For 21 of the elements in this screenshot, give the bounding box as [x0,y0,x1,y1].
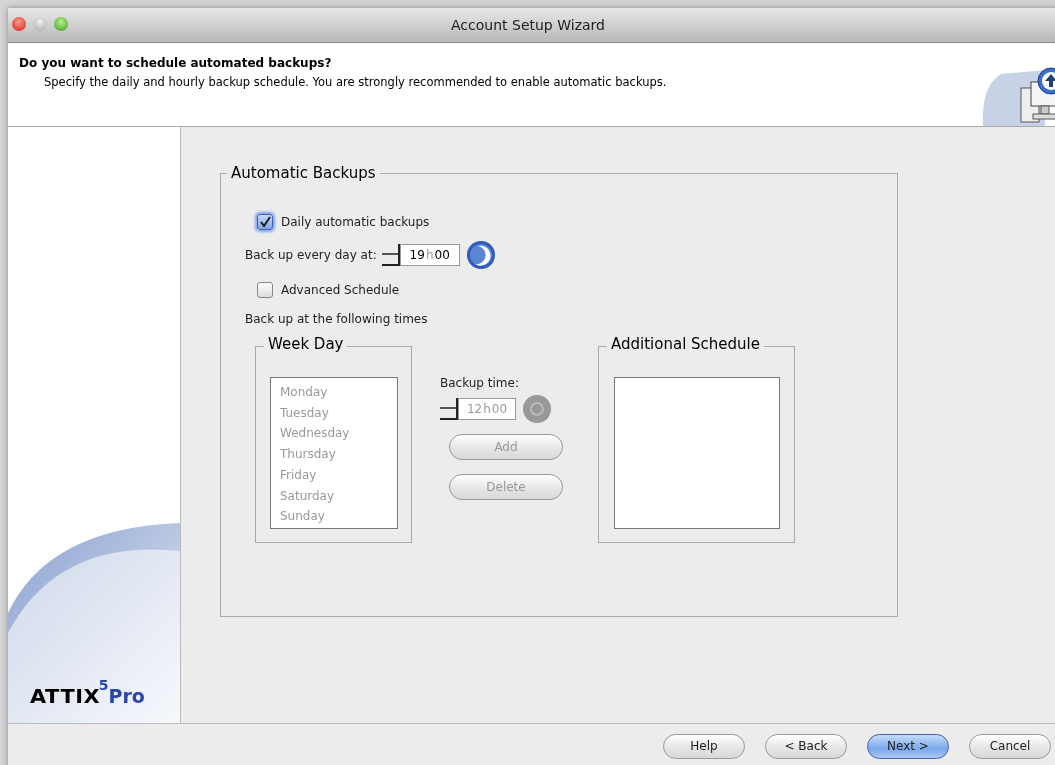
group-title: Automatic Backups [227,164,380,182]
checkbox-label: Daily automatic backups [281,215,430,229]
backup-time-label: Backup time: [440,376,520,390]
checkbox-label: Advanced Schedule [281,283,400,297]
moon-icon [465,240,496,270]
time-label: Back up every day at: [245,248,377,262]
checkbox[interactable] [257,282,273,298]
header-title: Do you want to schedule automated backups? [19,56,333,70]
time-field[interactable]: 19 h00 [399,244,460,266]
footer-button[interactable]: < Back [765,733,847,759]
footer-button[interactable]: Help [663,733,745,759]
section-label: Back up at the following times [245,312,429,326]
window-title: Account Setup Wizard [451,17,605,33]
close-button[interactable] [12,17,26,31]
sun-icon [522,394,552,424]
group-title: Week Day [264,335,348,353]
footer-button[interactable]: Next > [867,733,949,759]
checkbox[interactable] [257,214,273,230]
schedule-list[interactable] [614,377,780,529]
footer-button[interactable]: Cancel [969,733,1051,759]
header-subtitle: Specify the daily and hourly backup schedule. You are strongly recommended to enable automatic backups. [44,75,667,89]
